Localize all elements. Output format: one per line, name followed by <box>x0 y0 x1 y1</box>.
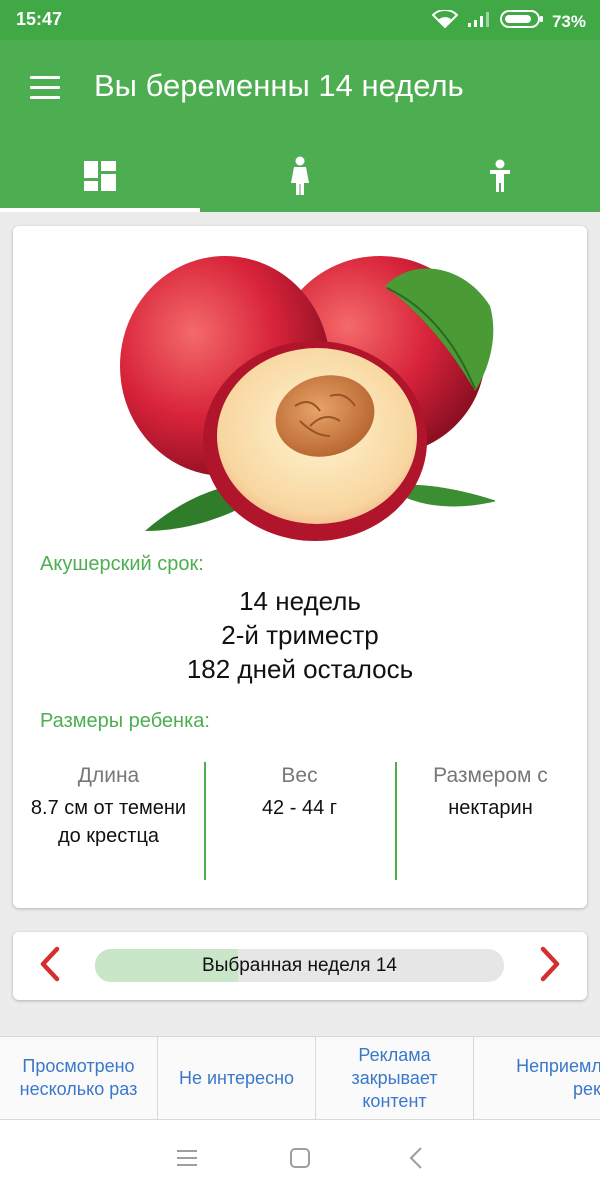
next-week-button[interactable] <box>531 942 571 990</box>
chevron-left-icon <box>38 946 60 987</box>
term-trimester: 2-й триместр <box>221 620 379 650</box>
system-nav-bar <box>0 1120 600 1198</box>
term-days-left: 182 дней осталось <box>186 654 414 684</box>
child-icon <box>486 159 514 198</box>
chevron-right-icon <box>540 946 562 987</box>
size-value: 8.7 см от темени до крестца <box>30 797 187 847</box>
tab-dashboard[interactable] <box>0 144 200 212</box>
week-info-card: Акушерский срок: 14 недель 2-й триместр … <box>13 226 587 908</box>
size-comparison: Размером с нектарин <box>395 762 586 882</box>
status-bar: 15:47 73% <box>0 0 600 40</box>
term-label: Акушерский срок: <box>40 553 204 575</box>
nav-menu-button[interactable] <box>167 1144 207 1176</box>
hamburger-icon <box>30 76 60 79</box>
home-square-icon <box>288 1146 312 1175</box>
nav-home-button[interactable] <box>280 1144 320 1176</box>
back-icon <box>408 1146 424 1175</box>
week-progress-bar[interactable]: Выбранная неделя 14 <box>95 949 504 982</box>
battery-percent: 73% <box>551 11 586 31</box>
ad-feedback-covers-content[interactable]: Реклама закрывает контент <box>316 1037 474 1119</box>
menu-icon <box>176 1148 198 1173</box>
column-divider <box>204 762 206 880</box>
size-value: нектарин <box>448 797 533 819</box>
battery-icon <box>499 9 544 34</box>
menu-button[interactable] <box>28 76 64 106</box>
app-bar: Вы беременны 14 недель <box>0 40 600 212</box>
dashboard-icon <box>84 160 116 196</box>
tab-mother[interactable] <box>200 144 400 212</box>
size-value: 42 - 44 г <box>261 797 338 819</box>
previous-week-button[interactable] <box>29 942 69 990</box>
selected-week-label: Выбранная неделя 14 <box>202 955 397 976</box>
term-weeks: 14 недель <box>239 586 361 616</box>
week-selector: Выбранная неделя 14 <box>13 932 587 1000</box>
baby-sizes-label: Размеры ребенка: <box>40 710 210 732</box>
ad-feedback-seen-many-times[interactable]: Просмотрено несколько раз <box>0 1037 158 1119</box>
page-title: Вы беременны 14 недель <box>94 68 464 103</box>
tab-bar <box>0 144 600 212</box>
wifi-icon <box>431 9 459 33</box>
status-time: 15:47 <box>16 9 63 29</box>
nav-back-button[interactable] <box>396 1144 436 1176</box>
ad-feedback-inappropriate[interactable]: Неприемлемая реклама <box>474 1037 600 1119</box>
size-caption: Размером с <box>433 764 548 787</box>
ad-feedback-inappropriate-label: Неприемлемая реклама <box>516 1056 600 1099</box>
pregnant-woman-icon <box>285 156 315 201</box>
signal-icon <box>466 10 492 33</box>
size-length: Длина 8.7 см от темени до крестца <box>13 762 204 882</box>
nectarine-fruit-image <box>105 246 497 546</box>
size-weight: Вес 42 - 44 г <box>204 762 395 882</box>
size-caption: Вес <box>281 764 318 787</box>
column-divider <box>395 762 397 880</box>
baby-sizes: Длина 8.7 см от темени до крестца Вес 42… <box>13 762 587 882</box>
size-caption: Длина <box>77 764 140 787</box>
tab-baby[interactable] <box>400 144 600 212</box>
ad-feedback-not-interesting[interactable]: Не интересно <box>158 1037 316 1119</box>
ad-feedback-row: Просмотрено несколько раз Не интересно Р… <box>0 1036 600 1120</box>
